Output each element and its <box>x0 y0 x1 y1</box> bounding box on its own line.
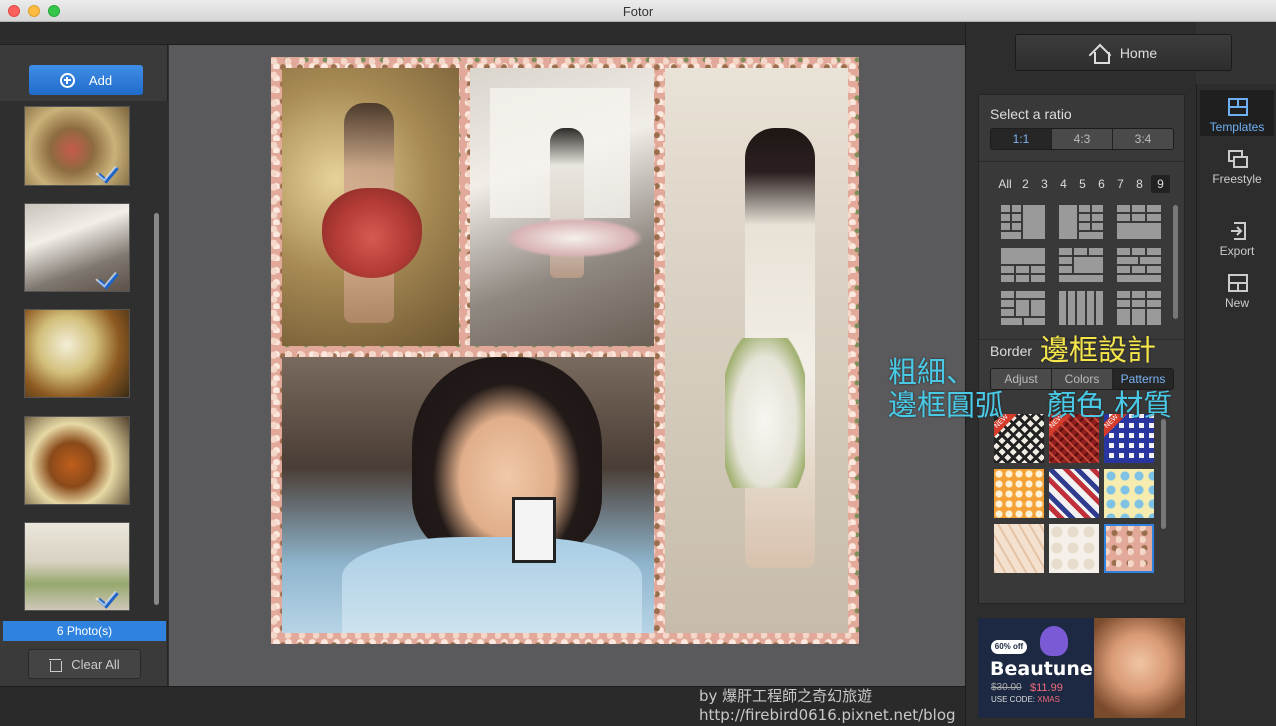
ad-code: USE CODE: XMAS <box>991 695 1060 704</box>
thumbnail-scrollbar[interactable] <box>154 213 159 605</box>
pattern-swatch[interactable] <box>1049 524 1099 573</box>
checkmark-icon <box>99 161 121 181</box>
add-photo-label: Add <box>88 72 113 88</box>
thumbnail-list[interactable] <box>0 101 168 621</box>
pattern-grid: NEW NEW NEW <box>994 414 1154 573</box>
ad-face-image <box>1094 618 1185 718</box>
home-button[interactable]: Home <box>1015 34 1232 71</box>
toolbar-export[interactable]: Export <box>1200 214 1274 260</box>
photo-thumbnail[interactable] <box>24 106 130 186</box>
ratio-label: Select a ratio <box>990 106 1072 122</box>
layout-template-grid <box>1001 205 1161 325</box>
toolbar-export-label: Export <box>1219 244 1255 258</box>
layout-template[interactable] <box>1117 291 1161 325</box>
toolbar-templates[interactable]: Templates <box>1200 90 1274 136</box>
add-photo-button[interactable]: Add <box>29 65 143 95</box>
toolbar-templates-label: Templates <box>1209 120 1265 134</box>
layout-template[interactable] <box>1001 205 1045 239</box>
mascot-image <box>1040 626 1068 656</box>
photo-count-status: 6 Photo(s) <box>3 621 166 641</box>
collage-cell-4[interactable] <box>282 357 654 633</box>
collage-canvas[interactable] <box>271 57 859 644</box>
clear-all-button[interactable]: Clear All <box>28 649 141 679</box>
layout-template[interactable] <box>1059 248 1103 282</box>
pattern-swatch[interactable] <box>994 469 1044 518</box>
layout-template[interactable] <box>1059 291 1103 325</box>
ratio-4-3-button[interactable]: 4:3 <box>1052 129 1113 149</box>
photo-thumbnail[interactable] <box>24 522 130 611</box>
photo-thumbnail[interactable] <box>24 203 130 292</box>
window-title: Fotor <box>622 4 654 19</box>
plus-circle-icon <box>59 72 75 88</box>
border-label: Border <box>990 343 1033 359</box>
toolbar-new-label: New <box>1224 296 1249 310</box>
new-icon <box>1228 274 1248 292</box>
layout-template[interactable] <box>1001 248 1045 282</box>
home-icon <box>1090 44 1110 64</box>
checkmark-icon <box>99 586 121 606</box>
photo-panel: Add 6 Photo(s) Clear All <box>0 45 168 686</box>
layout-count-9[interactable]: 9 <box>1151 175 1170 193</box>
pattern-swatch[interactable] <box>994 524 1044 573</box>
layout-count-3[interactable]: 3 <box>1035 175 1054 193</box>
pattern-swatch-selected[interactable] <box>1104 524 1154 573</box>
canvas-area <box>169 45 965 686</box>
ratio-3-4-button[interactable]: 3:4 <box>1113 129 1173 149</box>
trash-icon <box>49 658 63 672</box>
collage-cell-3[interactable] <box>665 68 848 633</box>
layout-count-8[interactable]: 8 <box>1130 175 1149 193</box>
clear-all-label: Clear All <box>71 656 120 672</box>
home-label: Home <box>1119 44 1158 61</box>
ratio-1-1-button[interactable]: 1:1 <box>991 129 1052 149</box>
template-panel: Home Select a ratio 1:1 4:3 3:4 All 2 3 … <box>965 22 1232 726</box>
layout-count-4[interactable]: 4 <box>1054 175 1073 193</box>
app-window: Fotor Add 6 Photo(s) Clear All Home Sele… <box>0 0 1276 726</box>
ad-brand: Beautune <box>990 658 1093 680</box>
pattern-swatch[interactable] <box>1104 469 1154 518</box>
title-bar: Fotor <box>0 0 1276 22</box>
ratio-selector: 1:1 4:3 3:4 <box>990 128 1174 150</box>
layout-template[interactable] <box>1001 291 1045 325</box>
watermark-byline: by 爆肝工程師之奇幻旅遊 <box>699 687 873 705</box>
layout-template[interactable] <box>1059 205 1103 239</box>
pattern-scrollbar[interactable] <box>1161 419 1166 529</box>
beautune-ad-banner[interactable]: 60% off Beautune $30.00 $11.99 USE CODE:… <box>978 618 1185 718</box>
checkmark-icon <box>99 267 121 287</box>
photo-thumbnail[interactable] <box>24 416 130 505</box>
toolbar-freestyle[interactable]: Freestyle <box>1200 142 1274 188</box>
layout-template[interactable] <box>1117 205 1161 239</box>
collage-cell-2[interactable] <box>470 68 654 346</box>
layout-count-6[interactable]: 6 <box>1092 175 1111 193</box>
ad-price-old: $30.00 <box>991 682 1022 693</box>
ad-code-value: XMAS <box>1037 695 1060 704</box>
toolbar-new[interactable]: New <box>1200 266 1274 312</box>
layout-count-7[interactable]: 7 <box>1111 175 1130 193</box>
annotation-color-material: 顏色 材質 <box>1047 388 1173 422</box>
discount-badge: 60% off <box>991 640 1027 654</box>
layout-template[interactable] <box>1117 248 1161 282</box>
layout-count-all[interactable]: All <box>994 175 1016 193</box>
template-scrollbar[interactable] <box>1173 205 1178 319</box>
right-toolbar: Templates Freestyle Export New <box>1196 84 1276 726</box>
layout-count-2[interactable]: 2 <box>1016 175 1035 193</box>
watermark-url: http://firebird0616.pixnet.net/blog <box>699 706 956 724</box>
pattern-swatch[interactable] <box>1049 469 1099 518</box>
toolbar-freestyle-label: Freestyle <box>1212 172 1262 186</box>
divider <box>979 161 1184 162</box>
ad-code-label: USE CODE: <box>991 695 1036 704</box>
annotation-border-design: 邊框設計 <box>1040 333 1157 367</box>
export-icon <box>1231 222 1246 240</box>
ad-price-new: $11.99 <box>1030 682 1063 694</box>
collage-cell-1[interactable] <box>282 68 459 346</box>
layout-count-tabs: All 2 3 4 5 6 7 8 9 <box>994 175 1170 193</box>
top-strip <box>0 22 965 45</box>
annotation-frame-round: 邊框圓弧 <box>888 388 1005 422</box>
photo-thumbnail[interactable] <box>24 309 130 398</box>
templates-icon <box>1228 98 1248 116</box>
layout-count-5[interactable]: 5 <box>1073 175 1092 193</box>
freestyle-icon <box>1228 150 1248 168</box>
